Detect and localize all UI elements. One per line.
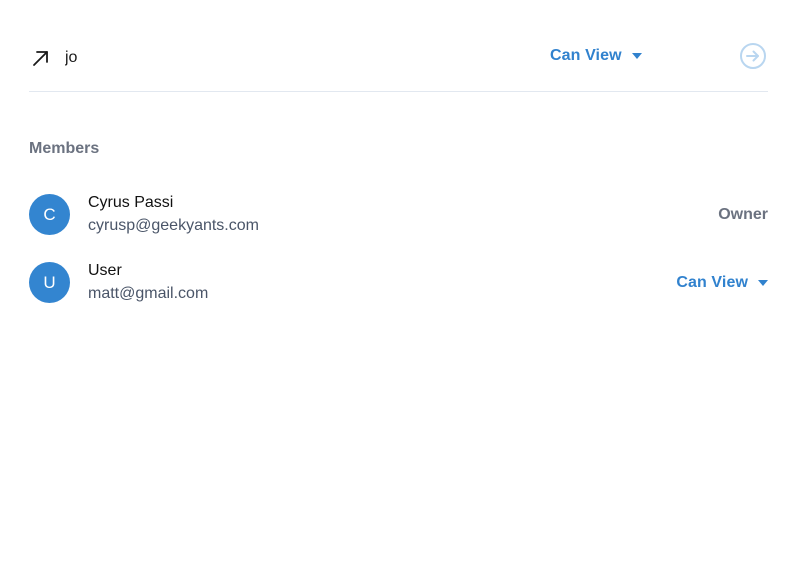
arrow-right-circle-icon <box>740 43 766 69</box>
send-invite-button[interactable] <box>738 41 768 71</box>
invite-row: Can View <box>29 36 768 80</box>
member-name: Cyrus Passi <box>88 194 174 211</box>
avatar: C <box>29 194 70 235</box>
member-email: cyrusp@geekyants.com <box>88 217 259 234</box>
divider <box>29 91 768 92</box>
member-role: Owner <box>718 206 768 223</box>
member-email: matt@gmail.com <box>88 285 209 302</box>
invite-permission-label: Can View <box>550 47 622 64</box>
members-heading: Members <box>29 140 100 157</box>
invite-permission-dropdown[interactable]: Can View <box>550 47 642 65</box>
member-permission-label: Can View <box>676 274 748 291</box>
caret-down-icon <box>758 280 768 286</box>
member-row: C Cyrus Passi cyrusp@geekyants.com Owner <box>29 192 768 236</box>
caret-down-icon <box>631 53 642 59</box>
member-permission-dropdown[interactable]: Can View <box>676 274 768 292</box>
member-row: U User matt@gmail.com Can View <box>29 260 768 304</box>
invite-email-input[interactable] <box>65 46 365 70</box>
arrow-up-right-icon <box>31 48 51 68</box>
avatar: U <box>29 262 70 303</box>
member-name: User <box>88 262 122 279</box>
